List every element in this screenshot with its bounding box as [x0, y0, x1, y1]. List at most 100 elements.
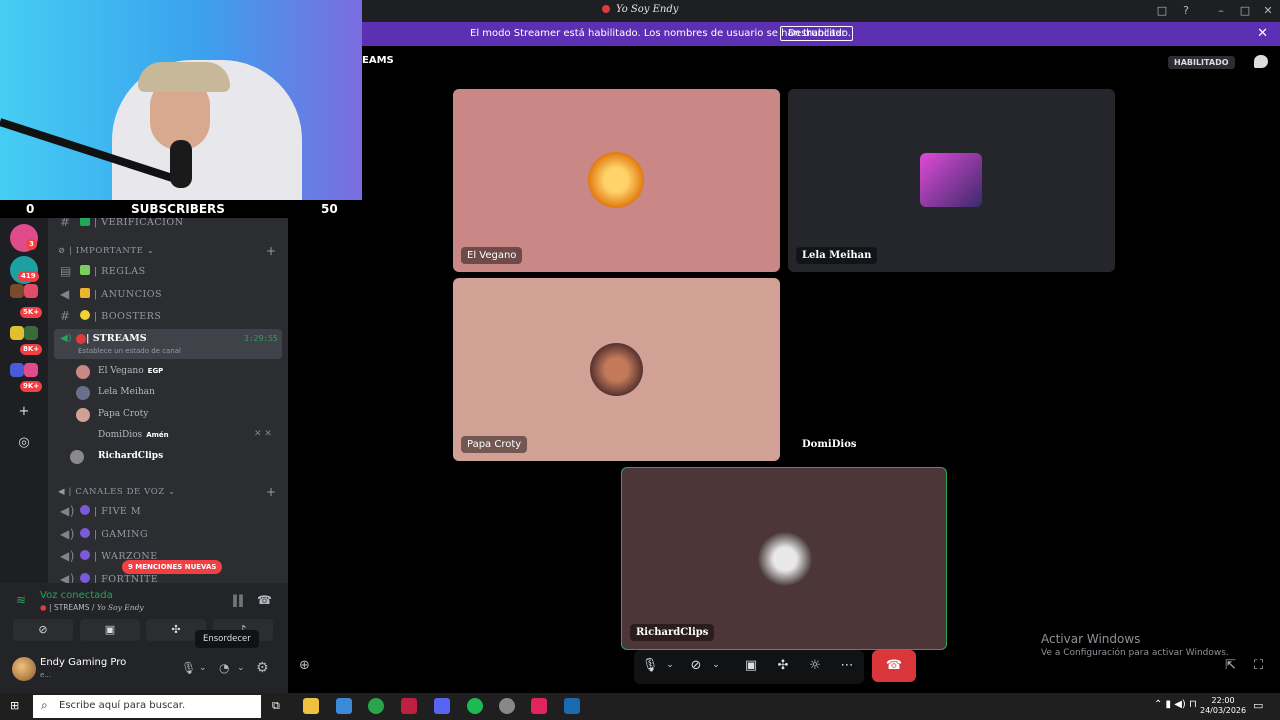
channel-verificacion[interactable]: # | VERIFICACION — [58, 218, 280, 232]
file-explorer-icon[interactable] — [303, 698, 319, 714]
channel-boosters[interactable]: # | BOOSTERS — [58, 306, 280, 326]
video-tile-lela-meihan[interactable]: Lela Meihan — [788, 89, 1115, 272]
signal-icon[interactable]: ≋ — [16, 593, 26, 607]
windows-start-icon[interactable]: ⊞ — [10, 699, 19, 712]
gear-icon[interactable]: ⚙ — [256, 660, 269, 676]
disconnect-icon[interactable]: ☎ — [257, 593, 272, 607]
camera-off-icon[interactable]: ⊘ — [686, 658, 706, 673]
video-tile-el-vegano[interactable]: El Vegano — [453, 89, 780, 272]
skull-emoji-icon — [80, 550, 90, 560]
streamer-status-badge[interactable]: HABILITADO — [1168, 56, 1235, 69]
video-tile-richardclips[interactable]: RichardClips — [621, 467, 947, 650]
chevron-down-icon[interactable]: ⌄ — [706, 660, 726, 670]
disable-streamer-button[interactable]: Deshabilitar — [780, 26, 854, 41]
maximize-button[interactable]: □ — [1237, 3, 1253, 19]
channel-anuncios[interactable]: ◀ | ANUNCIOS — [58, 284, 280, 304]
server-folder-icon[interactable] — [10, 284, 24, 298]
voice-user-lela-meihan[interactable]: Lela Meihan — [76, 383, 276, 403]
user-name[interactable]: Endy Gaming Pro — [40, 657, 126, 668]
clock[interactable]: 22:00 24/03/2026 — [1200, 696, 1246, 716]
activate-windows-subtitle: Ve a Configuración para activar Windows. — [1041, 648, 1229, 658]
leave-call-button[interactable]: ☎ — [872, 650, 916, 682]
voice-channel-five-m[interactable]: ◀) | FIVE M — [58, 501, 280, 521]
rules-channel-icon: ▤ — [60, 264, 72, 278]
voice-user-el-vegano[interactable]: El Vegano EGP — [76, 362, 276, 382]
server-folder-icon[interactable] — [10, 363, 24, 377]
server-folder-icon[interactable] — [10, 326, 24, 340]
noise-suppression-icon[interactable]: ‖‖ — [232, 593, 244, 607]
microphone-icon[interactable]: 🎙 — [181, 661, 196, 675]
discord-icon[interactable] — [434, 698, 450, 714]
obs-icon[interactable] — [499, 698, 515, 714]
channel-reglas[interactable]: ▤ | REGLAS — [58, 261, 280, 281]
headphones-icon[interactable]: ◔ — [219, 661, 229, 675]
notification-icon[interactable]: ▭ — [1253, 699, 1263, 712]
video-tile-domidios[interactable]: DomiDios — [788, 278, 1115, 461]
add-channel-icon[interactable]: + — [266, 244, 276, 258]
screen-share-button[interactable]: ▣ — [80, 619, 140, 641]
help-icon[interactable]: ? — [1178, 3, 1194, 19]
voice-active-icon: ◀) — [60, 333, 72, 344]
user-avatar[interactable] — [12, 657, 36, 681]
soundboard-icon[interactable]: ☼ — [805, 658, 825, 673]
voice-user-domidios[interactable]: DomiDios Amén ✕ ✕ — [76, 426, 276, 446]
activities-icon[interactable]: ✣ — [773, 658, 793, 673]
video-tile-papa-croty[interactable]: Papa Croty — [453, 278, 780, 461]
scroll-emoji-icon — [80, 265, 90, 275]
store-icon[interactable] — [336, 698, 352, 714]
server-badge: 9K+ — [20, 381, 43, 392]
chrome-icon[interactable] — [368, 698, 384, 714]
voice-user-richardclips[interactable]: RichardClips — [70, 447, 276, 467]
minimize-button[interactable]: – — [1213, 3, 1229, 19]
bell-emoji-icon — [80, 288, 90, 298]
category-importante[interactable]: ⊘ | IMPORTANTE ⌄ — [58, 246, 154, 256]
fullscreen-icon[interactable]: ⛶ — [1254, 658, 1263, 673]
close-window-button[interactable]: ✕ — [1260, 3, 1276, 19]
no-entry-emoji-icon — [76, 334, 86, 344]
voice-user-papa-croty[interactable]: Papa Croty — [76, 405, 276, 425]
subscriber-goal: 50 — [321, 202, 338, 216]
server-folder-icon[interactable] — [24, 326, 38, 340]
discover-icon[interactable]: ◎ — [14, 435, 34, 450]
speaker-icon: ◀) — [60, 504, 75, 518]
popout-icon[interactable]: ⇱ — [1225, 658, 1236, 673]
add-server-icon[interactable]: + — [14, 404, 34, 419]
chevron-down-icon[interactable]: ⌄ — [660, 660, 680, 670]
microphone-icon[interactable]: 🎙 — [640, 658, 660, 673]
server-folder-icon[interactable] — [24, 363, 38, 377]
more-options-icon[interactable]: ⋯ — [837, 658, 857, 673]
invite-user-icon[interactable]: ⊕ — [299, 658, 310, 673]
steam-icon[interactable] — [564, 698, 580, 714]
tiktok-icon[interactable] — [531, 698, 547, 714]
streamer-hat — [138, 62, 230, 92]
screen-share-icon[interactable]: ▣ — [741, 658, 761, 673]
star-emoji-icon — [80, 310, 90, 320]
category-canales-de-voz[interactable]: ◀ | CANALES DE VOZ ⌄ — [58, 487, 176, 497]
camera-off-button[interactable]: ⊘ — [13, 619, 73, 641]
streamer-mode-banner: El modo Streamer está habilitado. Los no… — [362, 22, 1280, 46]
server-badge: 5K+ — [20, 307, 43, 318]
taskbar-search[interactable]: ⌕ Escribe aquí para buscar. — [33, 695, 261, 718]
channel-header-title: EAMS — [362, 55, 394, 66]
tray-icons[interactable]: ⌃ ▮ ◀) ⊓ — [1154, 699, 1197, 710]
voice-channel-gaming[interactable]: ◀) | GAMING — [58, 524, 280, 544]
voice-status[interactable]: Voz conectada — [40, 590, 113, 601]
new-mentions-pill[interactable]: 9 MENCIONES NUEVAS — [122, 560, 223, 574]
text-channel-icon: # — [60, 218, 71, 229]
server-folder-icon[interactable] — [24, 284, 38, 298]
screen-icon[interactable]: □ — [1154, 3, 1170, 19]
spotify-icon[interactable] — [467, 698, 483, 714]
chat-icon[interactable] — [1254, 55, 1268, 68]
chevron-down-icon[interactable]: ⌄ — [199, 663, 207, 673]
activate-windows-title: Activar Windows — [1041, 632, 1141, 646]
channel-streams-active[interactable]: ◀) | STREAMS Establece un estado de cana… — [54, 329, 282, 359]
close-banner-icon[interactable]: ✕ — [1257, 26, 1268, 41]
add-channel-icon[interactable]: + — [266, 485, 276, 499]
subscriber-label: SUBSCRIBERS — [131, 202, 225, 216]
task-view-icon[interactable]: ⧉ — [272, 699, 280, 713]
skull-emoji-icon — [80, 573, 90, 583]
chevron-down-icon[interactable]: ⌄ — [237, 663, 245, 673]
acrobat-icon[interactable] — [401, 698, 417, 714]
window-title: Yo Soy Endy — [602, 4, 678, 15]
subscriber-current: 0 — [26, 202, 35, 216]
